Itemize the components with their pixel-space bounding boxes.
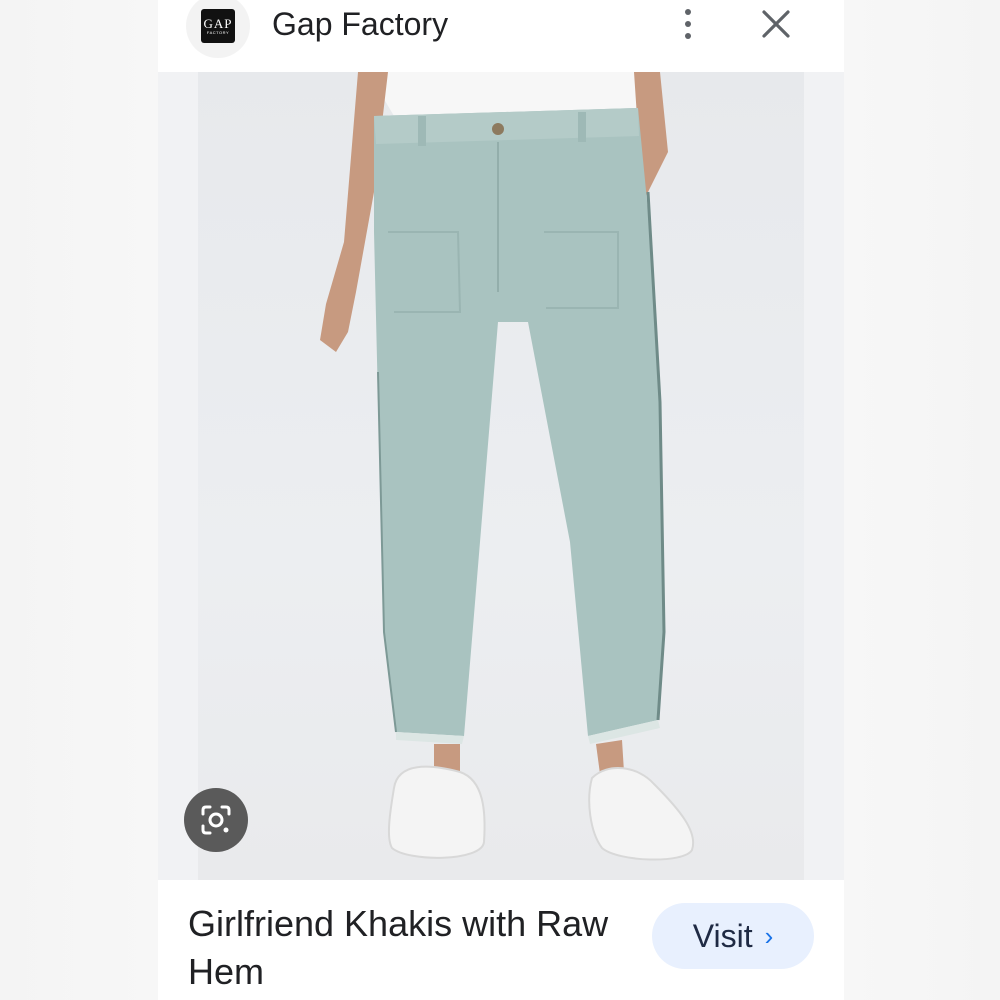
pants-illustration	[320, 72, 695, 861]
logo-subtext: FACTORY	[206, 29, 230, 35]
google-lens-icon	[201, 805, 231, 835]
google-lens-button[interactable]	[184, 788, 248, 852]
visit-button[interactable]: Visit ›	[652, 903, 814, 969]
close-button[interactable]	[756, 4, 796, 44]
preview-header: GAP FACTORY Gap Factory	[158, 0, 844, 72]
page-background: GAP FACTORY Gap Factory Girlfriend Khaki…	[0, 0, 1000, 1000]
product-image[interactable]	[198, 72, 804, 880]
product-image-area	[158, 72, 844, 880]
logo-text: GAP	[203, 15, 233, 31]
gap-logo-icon: GAP FACTORY	[201, 9, 235, 43]
site-name[interactable]: Gap Factory	[272, 2, 448, 46]
chevron-right-icon: ›	[764, 921, 774, 951]
more-options-button[interactable]	[670, 0, 706, 48]
site-logo[interactable]: GAP FACTORY	[186, 0, 250, 58]
image-preview-card: GAP FACTORY Gap Factory Girlfriend Khaki…	[158, 0, 844, 1000]
close-icon	[762, 10, 790, 38]
product-title[interactable]: Girlfriend Khakis with Raw Hem	[188, 900, 628, 996]
visit-label: Visit	[692, 917, 753, 954]
preview-footer: Girlfriend Khakis with Raw Hem Visit ›	[158, 880, 844, 1000]
more-vert-icon	[685, 9, 691, 15]
